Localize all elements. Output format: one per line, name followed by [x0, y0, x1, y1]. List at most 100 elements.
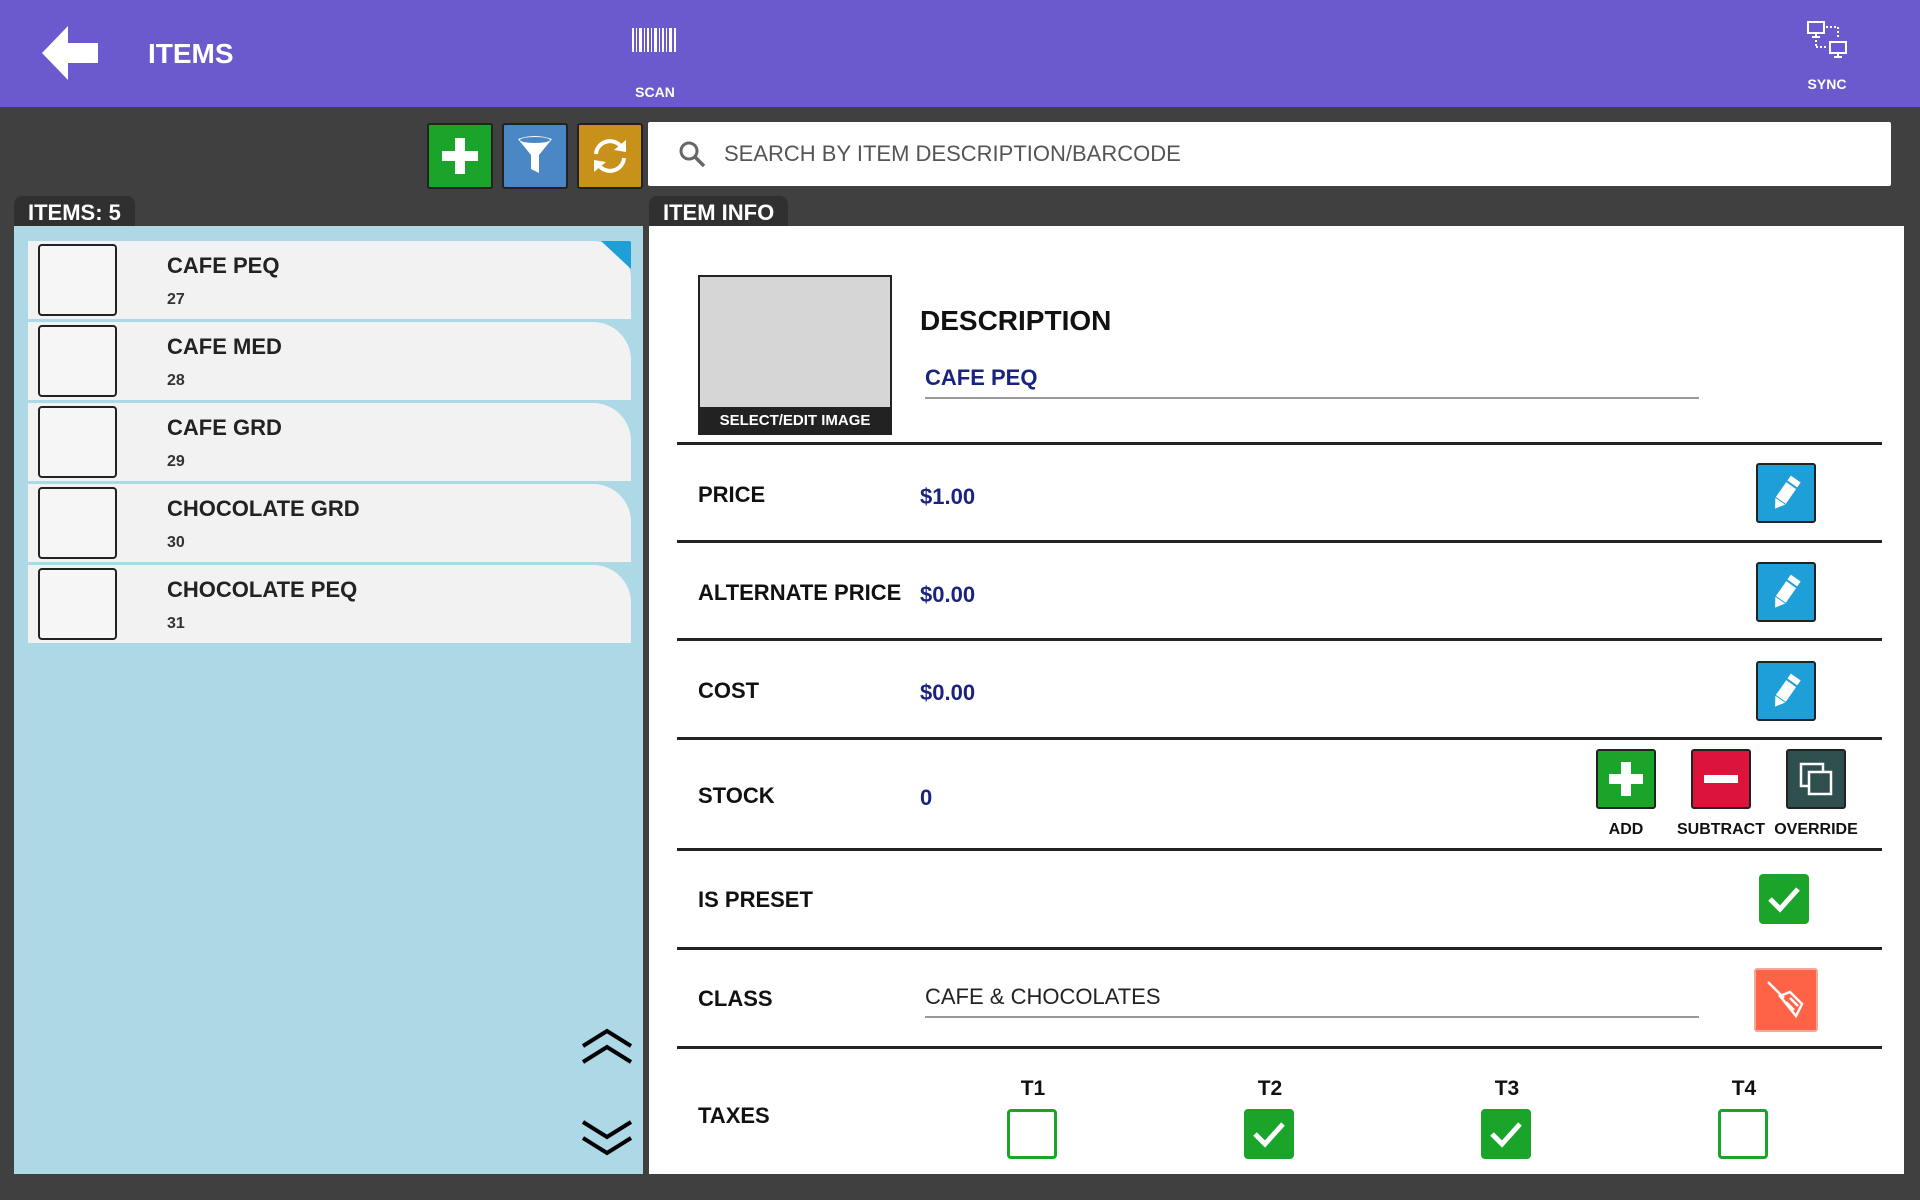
- alternate-price-label: ALTERNATE PRICE: [698, 580, 902, 605]
- checkmark-icon: [1768, 887, 1800, 913]
- stock-label: STOCK: [698, 783, 775, 808]
- alternate-price-value: $0.00: [920, 582, 976, 607]
- divider: [677, 1046, 1882, 1049]
- divider: [677, 737, 1882, 740]
- edit-price-button[interactable]: [1756, 463, 1816, 523]
- items-count-header: ITEMS: 5: [14, 196, 135, 226]
- tax-t1: T1: [993, 1077, 1073, 1159]
- page-title: ITEMS: [148, 38, 234, 69]
- class-selector[interactable]: CAFE & CHOCOLATES: [925, 984, 1699, 1018]
- item-thumbnail: [38, 325, 117, 397]
- description-field[interactable]: CAFE PEQ: [925, 365, 1699, 399]
- filter-button[interactable]: [502, 123, 568, 189]
- tax-t4-checkbox[interactable]: [1718, 1109, 1768, 1159]
- scroll-down-button[interactable]: [580, 1116, 634, 1160]
- price-value: $1.00: [920, 484, 976, 509]
- stock-add-label: ADD: [1608, 821, 1644, 838]
- selected-indicator: [601, 241, 631, 269]
- override-copy-icon: [1799, 762, 1833, 796]
- item-name: CAFE GRD: [167, 415, 282, 440]
- list-item[interactable]: CHOCOLATE PEQ 31: [28, 565, 631, 643]
- stock-value: 0: [920, 785, 933, 810]
- back-arrow-icon: [42, 26, 98, 80]
- sync-label: SYNC: [1807, 76, 1847, 92]
- tax-t2-checkbox[interactable]: [1244, 1109, 1294, 1159]
- divider: [677, 848, 1882, 851]
- item-code: 27: [167, 291, 185, 308]
- tax-t1-label: T1: [1020, 1077, 1046, 1100]
- pencil-icon: [1775, 673, 1801, 707]
- tax-t3-label: T3: [1494, 1077, 1520, 1100]
- item-code: 29: [167, 453, 185, 470]
- is-preset-label: IS PRESET: [698, 887, 813, 912]
- item-thumbnail: [38, 568, 117, 640]
- edit-alternate-price-button[interactable]: [1756, 562, 1816, 622]
- divider: [677, 442, 1882, 445]
- scan-label: SCAN: [635, 84, 675, 100]
- is-preset-checkbox[interactable]: [1759, 874, 1809, 924]
- list-item[interactable]: CAFE GRD 29: [28, 403, 631, 481]
- sync-button[interactable]: SYNC: [1790, 18, 1864, 98]
- item-thumbnail: [38, 487, 117, 559]
- item-name: CAFE MED: [167, 334, 282, 359]
- minus-icon: [1704, 775, 1738, 783]
- item-info-header: ITEM INFO: [649, 196, 789, 226]
- stock-subtract-button[interactable]: [1691, 749, 1751, 809]
- divider: [677, 540, 1882, 543]
- list-item[interactable]: CAFE PEQ 27: [28, 241, 631, 319]
- item-code: 31: [167, 615, 185, 632]
- tax-t2-label: T2: [1257, 1077, 1283, 1100]
- search-input[interactable]: [724, 132, 1864, 176]
- checkmark-icon: [1253, 1122, 1285, 1148]
- refresh-icon: [594, 139, 626, 173]
- plus-icon: [442, 138, 478, 174]
- select-image-label: SELECT/EDIT IMAGE: [700, 407, 890, 433]
- scan-button[interactable]: SCAN: [620, 20, 690, 104]
- item-image-picker[interactable]: SELECT/EDIT IMAGE: [698, 275, 892, 435]
- refresh-button[interactable]: [577, 123, 643, 189]
- item-code: 30: [167, 534, 185, 551]
- stock-override-label: OVERRIDE: [1774, 821, 1858, 838]
- list-item[interactable]: CHOCOLATE GRD 30: [28, 484, 631, 562]
- broom-clear-icon: [1767, 981, 1804, 1019]
- plus-icon: [1609, 762, 1643, 796]
- back-button[interactable]: [42, 26, 104, 80]
- stock-add-button[interactable]: [1596, 749, 1656, 809]
- taxes-label: TAXES: [698, 1103, 770, 1128]
- tax-t4: T4: [1704, 1077, 1784, 1159]
- pencil-icon: [1775, 574, 1801, 608]
- edit-cost-button[interactable]: [1756, 661, 1816, 721]
- add-item-button[interactable]: [427, 123, 493, 189]
- search-icon: [679, 141, 706, 168]
- item-thumbnail: [38, 244, 117, 316]
- item-code: 28: [167, 372, 185, 389]
- divider: [677, 947, 1882, 950]
- filter-icon: [518, 136, 552, 173]
- stock-override-button[interactable]: [1786, 749, 1846, 809]
- item-name: CHOCOLATE GRD: [167, 496, 360, 521]
- tax-t1-checkbox[interactable]: [1007, 1109, 1057, 1159]
- pencil-icon: [1775, 475, 1801, 509]
- clear-class-button[interactable]: [1754, 968, 1818, 1032]
- search-bar: [648, 122, 1891, 186]
- price-label: PRICE: [698, 482, 766, 507]
- double-chevron-up-icon: [581, 1028, 633, 1064]
- cost-value: $0.00: [920, 680, 976, 705]
- tax-t2: T2: [1230, 1077, 1310, 1159]
- scroll-up-button[interactable]: [580, 1026, 634, 1070]
- top-app-bar: ITEMS SCAN SYNC: [0, 0, 1920, 107]
- item-list-panel: CAFE PEQ 27 CAFE MED 28 CAFE GRD 29 CHOC…: [14, 226, 643, 1174]
- item-thumbnail: [38, 406, 117, 478]
- double-chevron-down-icon: [581, 1120, 633, 1156]
- barcode-icon: [632, 28, 676, 52]
- item-name: CHOCOLATE PEQ: [167, 577, 358, 602]
- stock-subtract-label: SUBTRACT: [1677, 821, 1765, 838]
- item-name: CAFE PEQ: [167, 253, 280, 278]
- tax-t3-checkbox[interactable]: [1481, 1109, 1531, 1159]
- class-label: CLASS: [698, 986, 773, 1011]
- tax-t3: T3: [1467, 1077, 1547, 1159]
- description-label: DESCRIPTION: [920, 305, 1112, 336]
- list-item[interactable]: CAFE MED 28: [28, 322, 631, 400]
- checkmark-icon: [1490, 1122, 1522, 1148]
- tax-t4-label: T4: [1731, 1077, 1757, 1100]
